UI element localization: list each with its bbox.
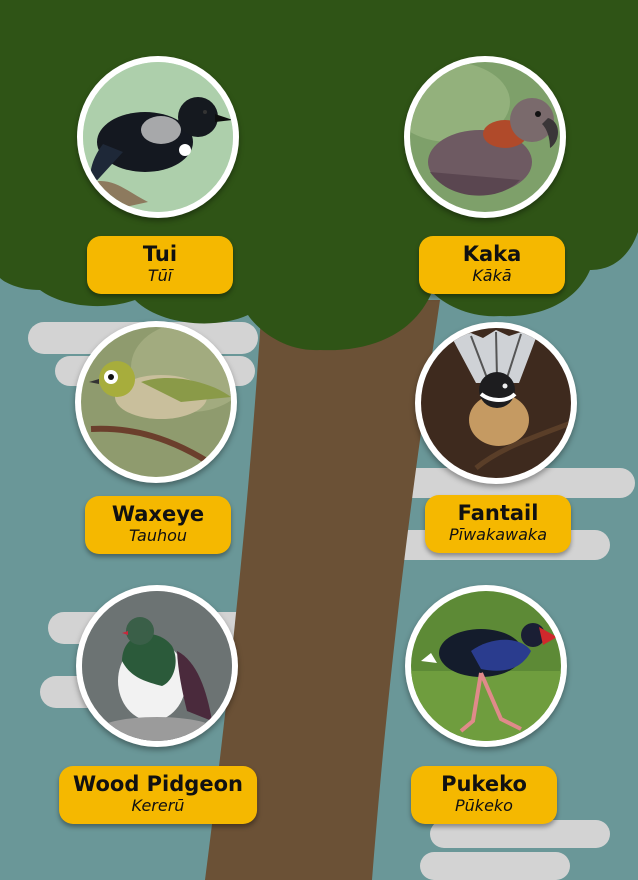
waxeye-label: Waxeye Tauhou bbox=[85, 496, 231, 554]
kaka-image bbox=[410, 62, 560, 212]
pukeko-image bbox=[411, 591, 561, 741]
tui-english-name: Tui bbox=[142, 242, 178, 266]
waxeye-maori-name: Tauhou bbox=[128, 526, 188, 545]
kaka-maori-name: Kākā bbox=[472, 266, 512, 285]
fantail-label: Fantail Pīwakawaka bbox=[425, 495, 571, 553]
pukeko-english-name: Pukeko bbox=[441, 772, 527, 796]
tui-maori-name: Tūī bbox=[147, 266, 173, 285]
pukeko-photo bbox=[405, 585, 567, 747]
pigeon-photo bbox=[76, 585, 238, 747]
pigeon-image bbox=[82, 591, 232, 741]
waxeye-image bbox=[81, 327, 231, 477]
kaka-english-name: Kaka bbox=[462, 242, 522, 266]
pukeko-maori-name: Pūkeko bbox=[455, 796, 513, 815]
kaka-photo bbox=[404, 56, 566, 218]
tui-label: Tui Tūī bbox=[87, 236, 233, 294]
pigeon-english-name: Wood Pidgeon bbox=[73, 772, 243, 796]
fantail-maori-name: Pīwakawaka bbox=[448, 525, 547, 544]
cloud-band bbox=[430, 820, 610, 848]
fantail-english-name: Fantail bbox=[457, 501, 539, 525]
kaka-label: Kaka Kākā bbox=[419, 236, 565, 294]
fantail-photo bbox=[415, 322, 577, 484]
pigeon-maori-name: Kererū bbox=[131, 796, 185, 815]
waxeye-english-name: Waxeye bbox=[111, 502, 205, 526]
fantail-image bbox=[421, 328, 571, 478]
waxeye-photo bbox=[75, 321, 237, 483]
bird-tree-poster: Tui Tūī Kaka Kākā Waxeye Tauhou Fantail … bbox=[0, 0, 638, 880]
pigeon-label: Wood Pidgeon Kererū bbox=[59, 766, 257, 824]
cloud-band bbox=[420, 852, 570, 880]
pukeko-label: Pukeko Pūkeko bbox=[411, 766, 557, 824]
tui-image bbox=[83, 62, 233, 212]
tui-photo bbox=[77, 56, 239, 218]
